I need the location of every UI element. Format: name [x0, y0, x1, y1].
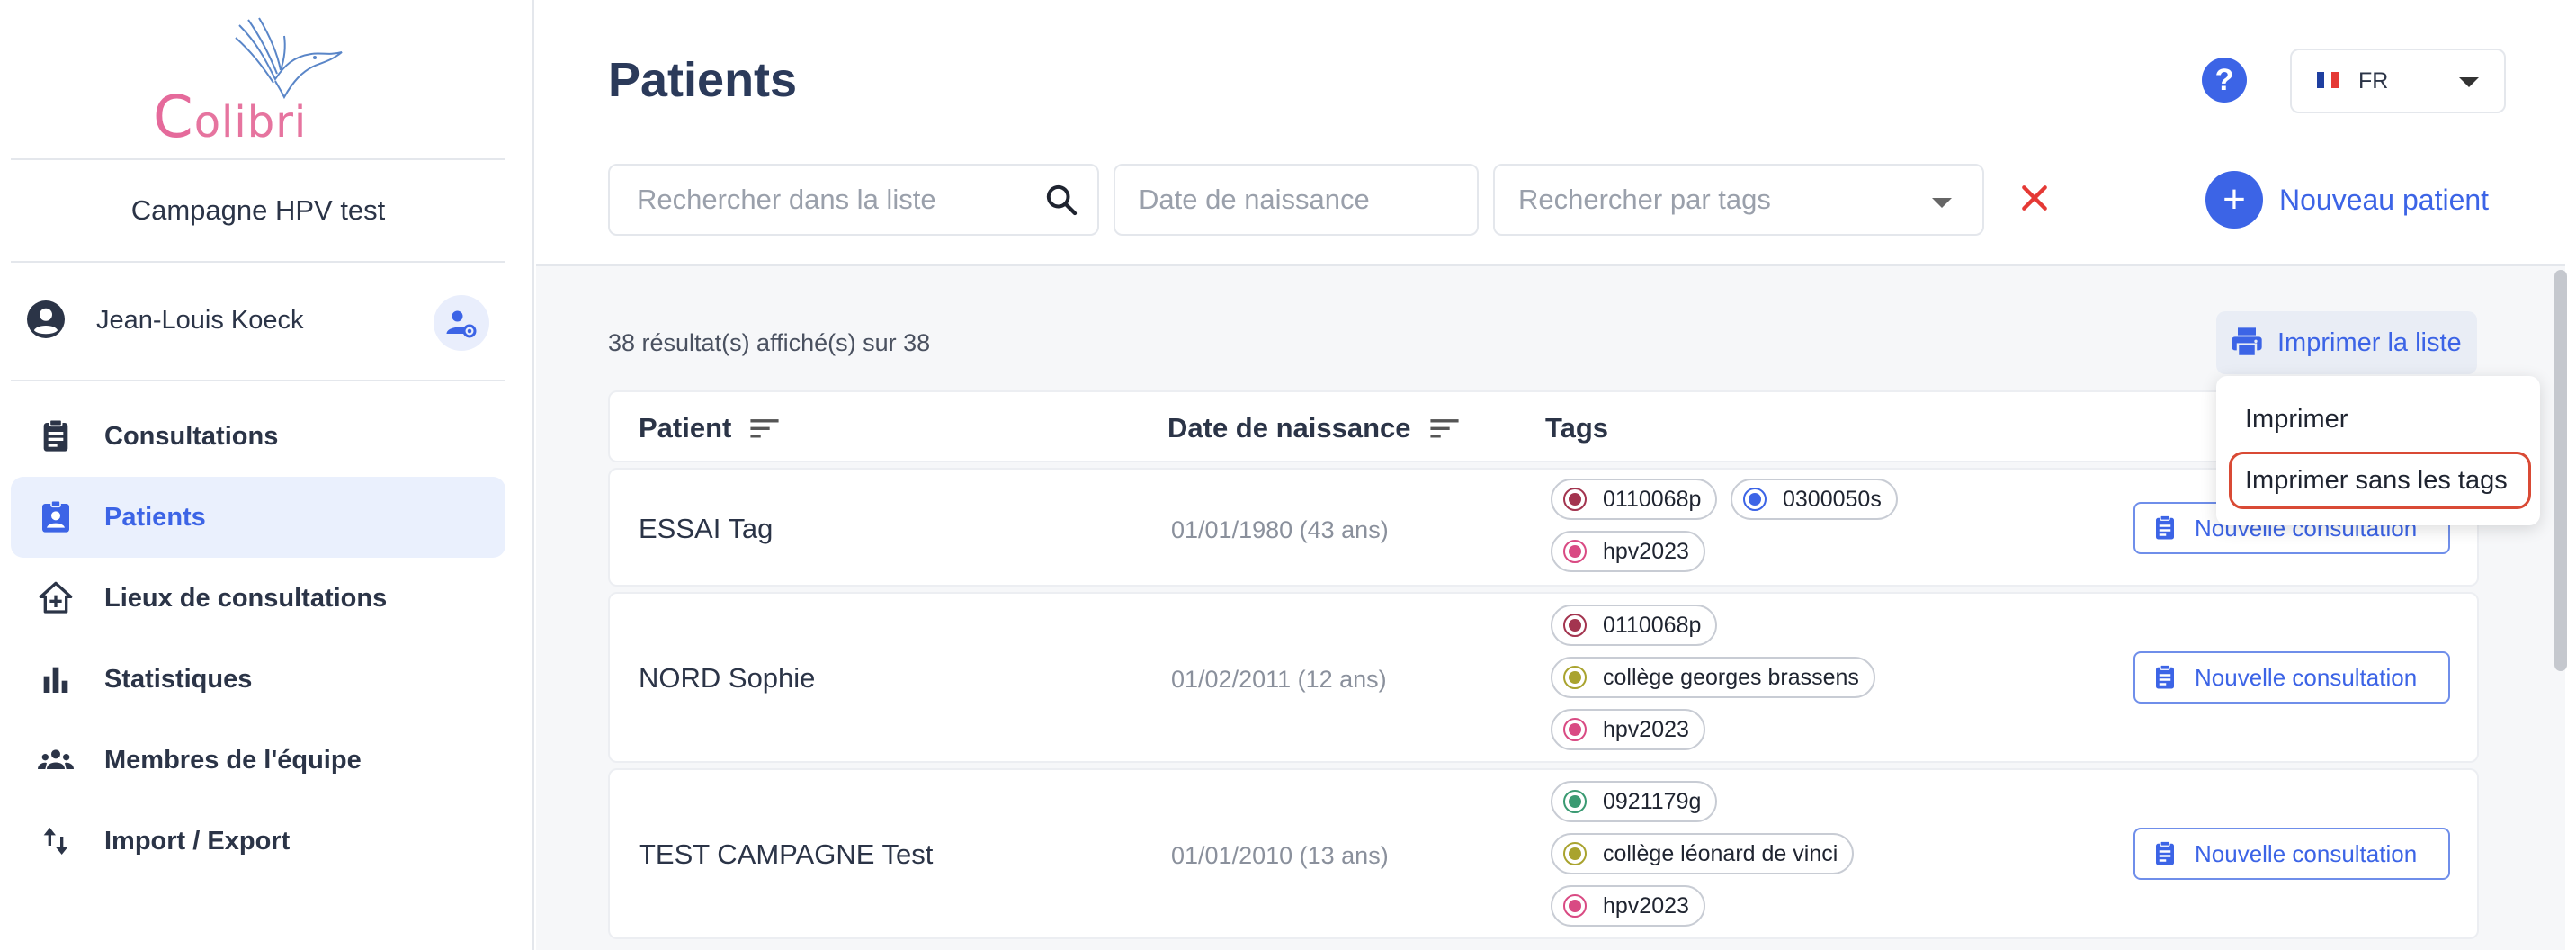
new-patient-label: Nouveau patient [2279, 183, 2490, 216]
sidebar-item-import-export[interactable]: Import / Export [11, 801, 505, 882]
patient-badge-icon [42, 499, 69, 533]
sidebar-item-statistiques[interactable]: Statistiques [11, 639, 505, 720]
table-header: Patient Date de naissance Tags [608, 390, 2479, 462]
tag-dot-icon [1743, 488, 1767, 511]
new-patient-button[interactable]: + Nouveau patient [2205, 171, 2489, 229]
language-label: FR [2358, 68, 2389, 94]
user-settings-button[interactable] [434, 295, 489, 351]
new-consultation-label: Nouvelle consultation [2195, 663, 2418, 691]
caret-down-icon [1932, 198, 1952, 208]
help-icon: ? [2214, 62, 2234, 97]
column-dob[interactable]: Date de naissance [1167, 412, 1460, 444]
divider [11, 380, 505, 381]
tag-dot-icon [1563, 894, 1587, 918]
patient-name: TEST CAMPAGNE Test [639, 838, 934, 870]
tags-select[interactable] [1493, 164, 1984, 236]
home-plus-icon [39, 581, 73, 614]
divider [11, 158, 505, 160]
new-consultation-label: Nouvelle consultation [2195, 839, 2418, 867]
user-gear-icon [446, 310, 477, 338]
help-button[interactable]: ? [2202, 58, 2247, 103]
sort-icon[interactable] [1429, 417, 1460, 440]
tag-dot-icon [1563, 842, 1587, 865]
sidebar: Colibri Campagne HPV test Jean-Louis Koe… [0, 0, 534, 950]
table-row[interactable]: TEST CAMPAGNE Test 01/01/2010 (13 ans) 0… [608, 768, 2479, 939]
new-consultation-button[interactable]: Nouvelle consultation [2133, 828, 2450, 880]
clipboard-icon [2156, 515, 2174, 540]
sidebar-item-label: Membres de l'équipe [104, 745, 362, 775]
tag-dot-icon [1563, 790, 1587, 813]
bar-chart-icon [43, 667, 68, 693]
plus-icon: + [2205, 171, 2263, 229]
new-consultation-button[interactable]: Nouvelle consultation [2133, 651, 2450, 704]
tag-dot-icon [1563, 614, 1587, 637]
sidebar-item-label: Consultations [104, 421, 279, 451]
tag-chip: 0921179g [1551, 781, 1718, 822]
table-row[interactable]: ESSAI Tag 01/01/1980 (43 ans) 0110068p 0… [608, 468, 2479, 587]
tag-chip: hpv2023 [1551, 709, 1705, 750]
swap-vertical-icon [43, 828, 68, 855]
print-list-label: Imprimer la liste [2277, 327, 2462, 357]
patient-dob: 01/02/2011 (12 ans) [1171, 666, 1387, 693]
user-avatar-icon [27, 300, 65, 338]
tag-dot-icon [1563, 718, 1587, 741]
logo-initial: C [153, 85, 194, 151]
logo-wordmark: olibri [193, 97, 308, 148]
campaign-name: Campagne HPV test [130, 194, 386, 226]
tag-chip: collège georges brassens [1551, 657, 1875, 698]
tag-chip: 0110068p [1551, 605, 1718, 646]
printer-icon [2232, 327, 2262, 358]
france-flag-icon [2317, 72, 2339, 88]
scrollbar-thumb[interactable] [2554, 270, 2567, 671]
print-list-button[interactable]: Imprimer la liste [2216, 311, 2477, 374]
team-icon [38, 749, 74, 769]
clipboard-icon [2156, 840, 2174, 865]
tag-dot-icon [1563, 540, 1587, 563]
tag-chip: hpv2023 [1551, 885, 1705, 927]
tag-dot-icon [1563, 666, 1587, 689]
sidebar-item-label: Patients [104, 502, 206, 532]
table-row[interactable]: NORD Sophie 01/02/2011 (12 ans) 0110068p… [608, 592, 2479, 763]
tag-chip: 0300050s [1731, 479, 1898, 520]
dob-input[interactable] [1139, 166, 1462, 234]
patient-dob: 01/01/1980 (43 ans) [1171, 516, 1389, 543]
clipboard-icon [2156, 664, 2174, 689]
search-icon[interactable] [1043, 182, 1079, 218]
sidebar-item-consultations[interactable]: Consultations [11, 396, 505, 477]
tag-chip: collège léonard de vinci [1551, 833, 1855, 874]
sidebar-item-label: Lieux de consultations [104, 583, 388, 613]
search-input[interactable] [637, 166, 997, 234]
sidebar-item-lieux[interactable]: Lieux de consultations [11, 558, 505, 639]
menu-item-print[interactable]: Imprimer [2245, 405, 2348, 435]
tag-dot-icon [1563, 488, 1587, 511]
caret-down-icon [2459, 77, 2479, 87]
page-title: Patients [608, 53, 798, 107]
dob-field [1114, 164, 1479, 236]
sidebar-item-label: Import / Export [104, 826, 291, 856]
menu-item-print-without-tags[interactable]: Imprimer sans les tags [2245, 466, 2508, 496]
patient-name: NORD Sophie [639, 662, 816, 694]
tag-chip: 0110068p [1551, 479, 1718, 520]
colibri-logo: Colibri [144, 16, 360, 151]
column-tags: Tags [1545, 412, 1609, 444]
tag-chip: hpv2023 [1551, 531, 1705, 572]
print-menu: Imprimer Imprimer sans les tags [2216, 376, 2540, 525]
divider [11, 261, 505, 263]
user-name: Jean-Louis Koeck [96, 306, 304, 335]
tags-input[interactable] [1518, 166, 1914, 234]
sort-icon[interactable] [749, 417, 780, 440]
results-count: 38 résultat(s) affiché(s) sur 38 [608, 329, 931, 356]
clear-filters-icon[interactable] [2017, 180, 2053, 216]
patient-name: ESSAI Tag [639, 513, 774, 544]
sidebar-item-patients[interactable]: Patients [11, 477, 505, 558]
patient-dob: 01/01/2010 (13 ans) [1171, 842, 1389, 869]
language-select[interactable]: FR [2290, 49, 2506, 113]
clipboard-icon [43, 418, 68, 452]
column-patient[interactable]: Patient [639, 412, 780, 444]
sidebar-item-label: Statistiques [104, 664, 253, 694]
sidebar-item-membres[interactable]: Membres de l'équipe [11, 720, 505, 801]
search-field [608, 164, 1099, 236]
